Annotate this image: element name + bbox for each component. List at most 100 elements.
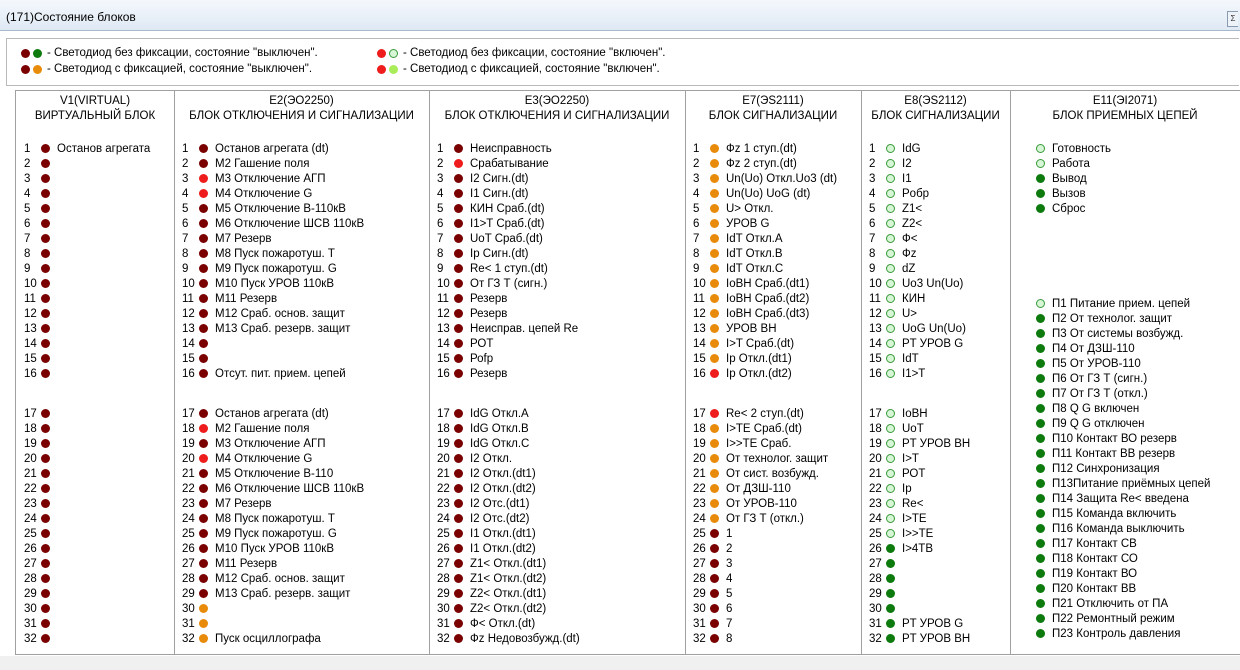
led-number: 5	[24, 202, 31, 215]
led-indicator-icon	[389, 64, 398, 74]
led-indicator-icon	[886, 634, 895, 643]
led-indicator-icon	[199, 204, 208, 213]
led-row: 22 М6 Отключение ШСВ 110кВ	[182, 481, 364, 496]
led-number: 30	[693, 602, 706, 615]
led-indicator-icon	[199, 264, 208, 273]
led-indicator-icon	[454, 454, 463, 463]
led-number: 30	[869, 602, 882, 615]
led-label: П5 От УРОВ-110	[1052, 357, 1141, 370]
led-label: От ДЗШ-110	[726, 482, 791, 495]
block-column: E2(ЭО2250) БЛОК ОТКЛЮЧЕНИЯ И СИГНАЛИЗАЦИИ…	[174, 91, 430, 654]
led-indicator-icon	[886, 159, 895, 168]
led-row: 18	[24, 421, 57, 436]
led-indicator-icon	[1036, 599, 1045, 608]
led-indicator-icon	[33, 48, 42, 58]
led-indicator-icon	[710, 574, 719, 583]
led-row: 16 Резерв	[437, 366, 507, 381]
led-row: 21 РОТ	[869, 466, 925, 481]
block-title: БЛОК ПРИЕМНЫХ ЦЕПЕЙ	[1052, 110, 1198, 122]
led-indicator-icon	[710, 559, 719, 568]
led-label: I>T	[902, 452, 919, 465]
sigma-icon[interactable]: Σ	[1227, 11, 1238, 27]
led-row: 21 М5 Отключение В-110	[182, 466, 333, 481]
led-number: 10	[437, 277, 450, 290]
led-indicator-icon	[1036, 569, 1045, 578]
led-indicator-icon	[454, 604, 463, 613]
led-label: Фz Недовозбужд.(dt)	[470, 632, 580, 645]
led-indicator-icon	[710, 454, 719, 463]
led-label: Ф<	[902, 232, 918, 245]
led-label: КИН Сраб.(dt)	[470, 202, 545, 215]
led-number: 29	[437, 587, 450, 600]
led-label: П22 Ремонтный режим	[1052, 612, 1175, 625]
led-label: М10 Пуск УРОВ 110кВ	[215, 542, 334, 555]
led-label: П13Питание приёмных цепей	[1052, 477, 1211, 490]
led-indicator-icon	[1036, 314, 1045, 323]
led-label: М3 Отключение АГП	[215, 437, 326, 450]
led-label: М2 Гашение поля	[215, 157, 310, 170]
led-row: 6	[24, 216, 57, 231]
led-row: 12 Резерв	[437, 306, 507, 321]
led-indicator-icon	[454, 469, 463, 478]
led-row: 26 М10 Пуск УРОВ 110кВ	[182, 541, 334, 556]
led-row: 28	[869, 571, 902, 586]
led-number: 26	[869, 542, 882, 555]
led-label: П19 Контакт ВО	[1052, 567, 1138, 580]
led-row: 14	[24, 336, 57, 351]
led-number: 19	[693, 437, 706, 450]
led-row: 14 I>T Сраб.(dt)	[693, 336, 794, 351]
led-row: 13 М13 Сраб. резерв. защит	[182, 321, 350, 336]
led-row: 16 I1>T	[869, 366, 925, 381]
led-number: 16	[182, 367, 195, 380]
led-indicator-icon	[199, 219, 208, 228]
led-label: IdT Откл.А	[726, 232, 783, 245]
led-label: IoBH Сраб.(dt1)	[726, 277, 810, 290]
led-indicator-icon	[886, 249, 895, 258]
led-number: 32	[869, 632, 882, 645]
led-label: UoT Сраб.(dt)	[470, 232, 543, 245]
led-label: Сброс	[1052, 202, 1086, 215]
led-label: I>>TE	[902, 527, 934, 540]
led-row: 14 PT УРОВ G	[869, 336, 963, 351]
led-indicator-icon	[886, 279, 895, 288]
led-number: 19	[437, 437, 450, 450]
led-row: 11	[24, 291, 57, 306]
led-row: 3 I1	[869, 171, 912, 186]
led-number: 23	[869, 497, 882, 510]
block-name: E3(ЭО2250)	[524, 95, 590, 107]
led-number: 26	[437, 542, 450, 555]
led-indicator-icon	[199, 234, 208, 243]
led-indicator-icon	[454, 324, 463, 333]
led-label: Отсут. пит. прием. цепей	[215, 367, 346, 380]
block-column: E7(ЭS2111) БЛОК СИГНАЛИЗАЦИИ 1 Фz 1 ступ.(d…	[685, 91, 862, 654]
led-indicator-icon	[710, 514, 719, 523]
led-row: 13 УРОВ ВН	[693, 321, 777, 336]
led-indicator-icon	[886, 619, 895, 628]
led-indicator-icon	[1036, 554, 1045, 563]
led-indicator-icon	[41, 324, 50, 333]
led-row: 16	[24, 366, 57, 381]
led-indicator-icon	[710, 294, 719, 303]
led-row: П4 От ДЗШ-110	[1036, 341, 1135, 356]
led-row: 15	[24, 351, 57, 366]
led-row: 14 РОТ	[437, 336, 493, 351]
led-row: 20	[24, 451, 57, 466]
led-row: 1 IdG	[869, 141, 921, 156]
led-row: 32 8	[693, 631, 732, 646]
led-number: 1	[869, 142, 876, 155]
led-number: 14	[182, 337, 195, 350]
led-label: От сист. возбужд.	[726, 467, 819, 480]
led-indicator-icon	[41, 499, 50, 508]
led-indicator-icon	[1036, 449, 1045, 458]
led-row: П13Питание приёмных цепей	[1036, 476, 1210, 491]
led-label: М9 Пуск пожаротуш. G	[215, 262, 337, 275]
led-indicator-icon	[1036, 189, 1045, 198]
led-number: 4	[182, 187, 189, 200]
led-label: I>TE	[902, 512, 927, 525]
led-indicator-icon	[1036, 509, 1045, 518]
block-title: БЛОК ОТКЛЮЧЕНИЯ И СИГНАЛИЗАЦИИ	[189, 110, 414, 122]
led-number: 32	[24, 632, 37, 645]
led-indicator-icon	[1036, 174, 1045, 183]
block-title: БЛОК ОТКЛЮЧЕНИЯ И СИГНАЛИЗАЦИИ	[444, 110, 670, 122]
led-indicator-icon	[710, 634, 719, 643]
